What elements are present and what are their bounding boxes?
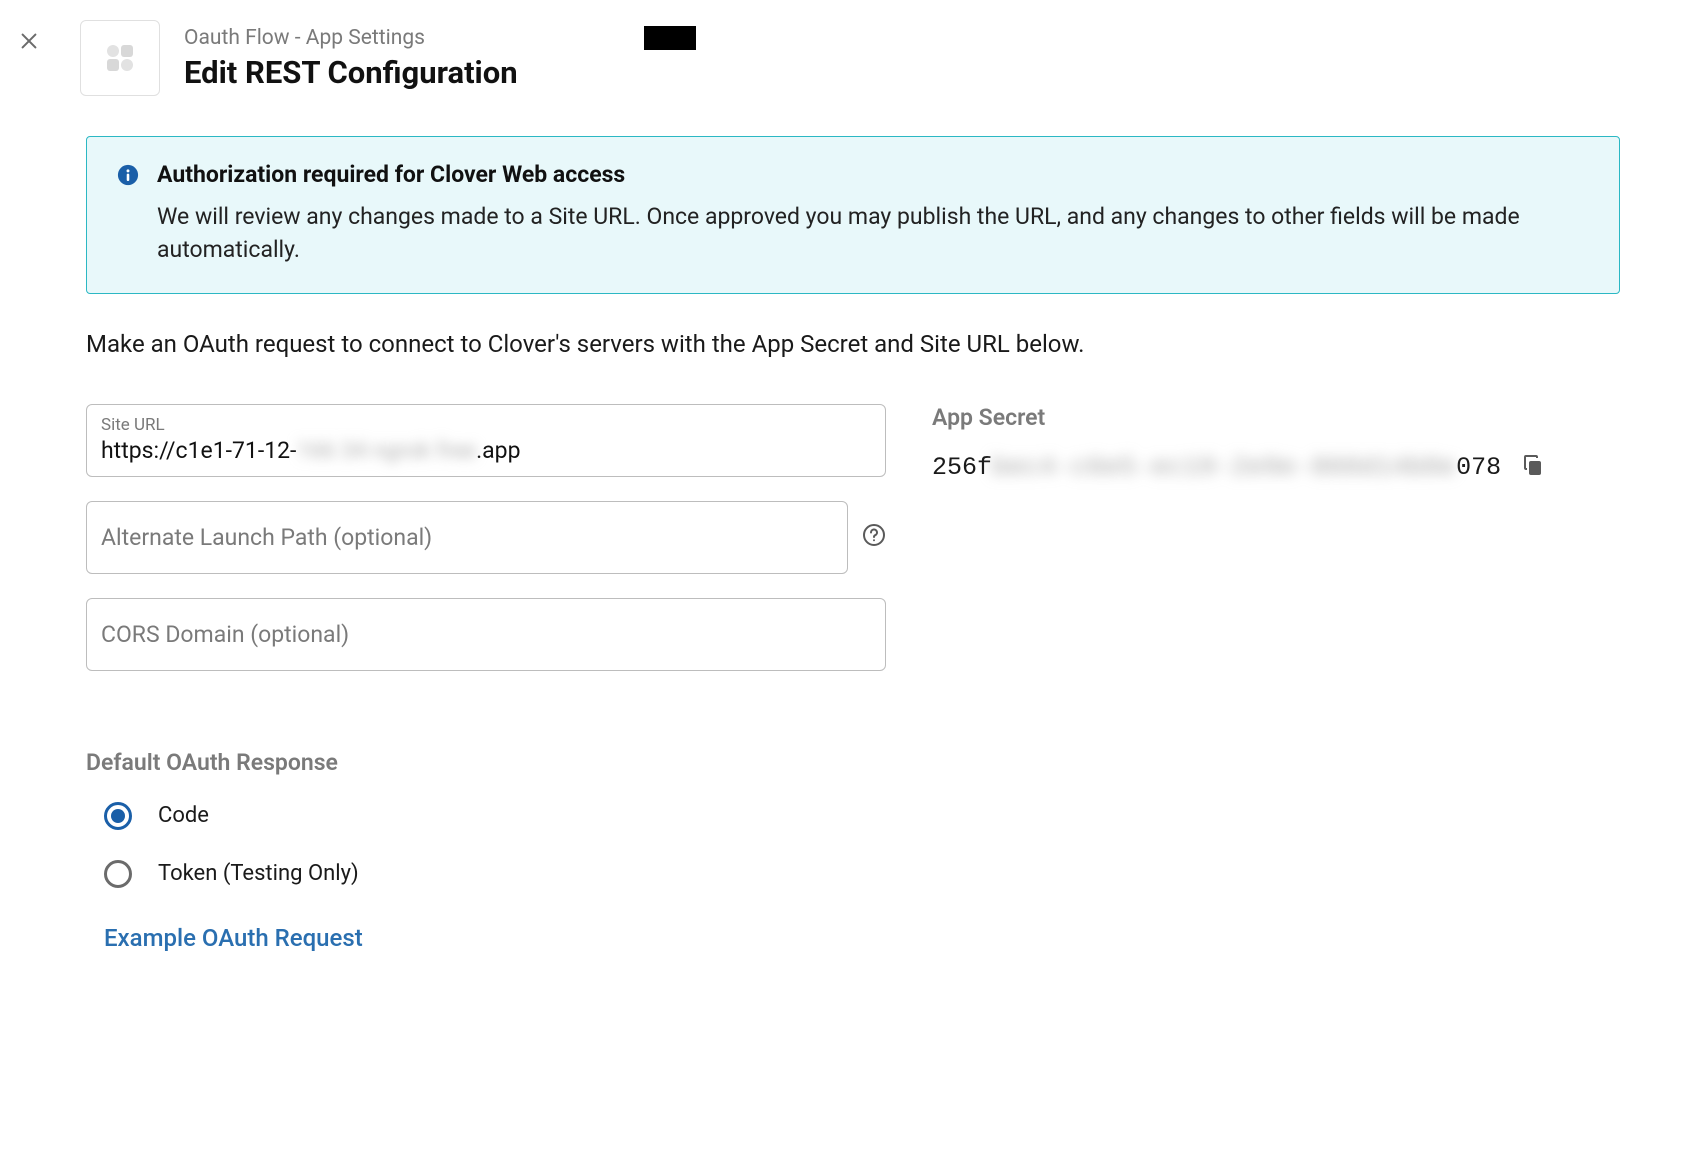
cors-domain-input[interactable] — [101, 621, 871, 648]
radio-indicator — [104, 860, 132, 888]
oauth-response-group: Code Token (Testing Only) — [86, 802, 1620, 888]
alt-launch-field[interactable] — [86, 501, 848, 574]
info-icon — [117, 164, 139, 190]
help-icon[interactable] — [862, 523, 886, 551]
radio-code-label: Code — [158, 803, 209, 828]
authorization-alert: Authorization required for Clover Web ac… — [86, 136, 1620, 294]
close-button[interactable] — [14, 20, 44, 66]
radio-indicator — [104, 802, 132, 830]
alt-launch-input[interactable] — [101, 524, 833, 551]
copy-icon — [1521, 453, 1545, 477]
copy-button[interactable] — [1521, 453, 1545, 481]
cors-domain-field[interactable] — [86, 598, 886, 671]
close-icon — [18, 30, 40, 52]
alert-title: Authorization required for Clover Web ac… — [157, 161, 1589, 188]
alert-body: We will review any changes made to a Sit… — [157, 200, 1589, 267]
page-description: Make an OAuth request to connect to Clov… — [86, 330, 1620, 358]
example-oauth-link[interactable]: Example OAuth Request — [86, 924, 363, 952]
clover-icon — [100, 38, 140, 78]
site-url-label: Site URL — [101, 415, 871, 435]
radio-token-label: Token (Testing Only) — [158, 861, 359, 886]
breadcrumb: Oauth Flow - App Settings — [184, 26, 518, 50]
site-url-input[interactable] — [101, 437, 871, 464]
app-logo — [80, 20, 160, 96]
oauth-response-label: Default OAuth Response — [86, 749, 1620, 776]
app-secret-label: App Secret — [932, 404, 1620, 431]
radio-token[interactable]: Token (Testing Only) — [104, 860, 1620, 888]
app-secret-value: 256fbec4-c6e5-ec19-2e9e-860d14b0e078 — [932, 453, 1501, 482]
radio-code[interactable]: Code — [104, 802, 1620, 830]
page-title: Edit REST Configuration — [184, 54, 518, 91]
redaction-block — [644, 26, 696, 50]
site-url-field[interactable]: Site URL https://c1e1-71-12-166 34 ngrok… — [86, 404, 886, 477]
